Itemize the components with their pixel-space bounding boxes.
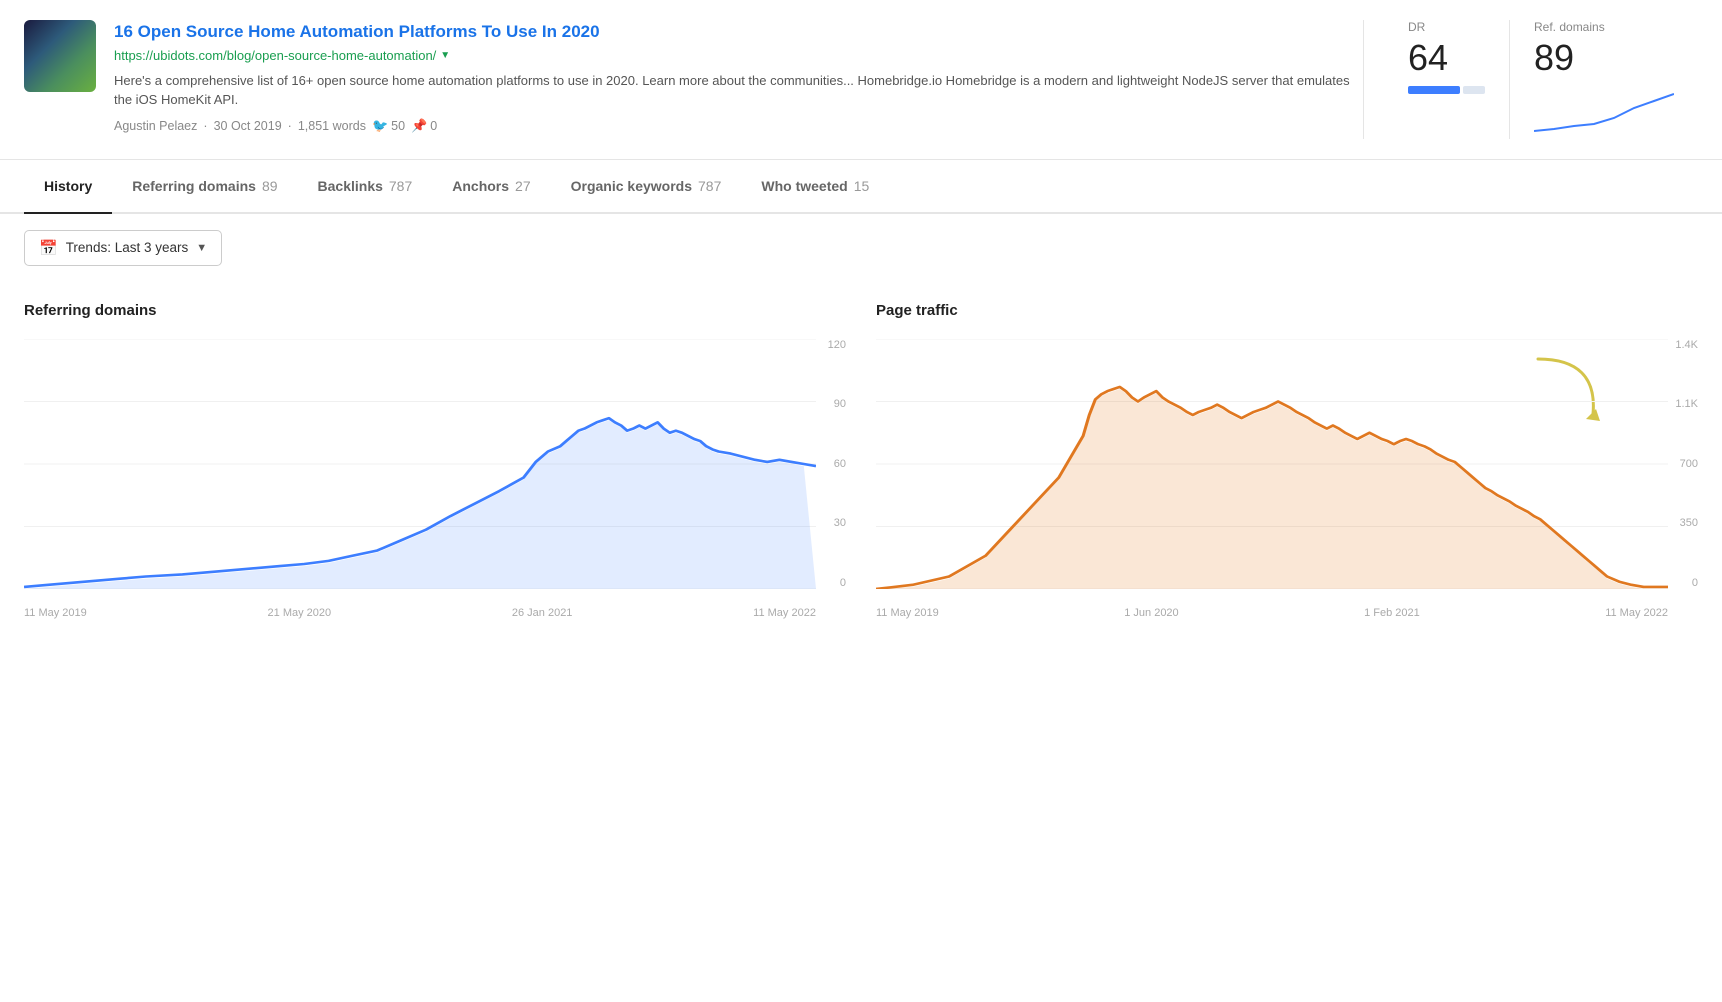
page-traffic-chart: Page traffic xyxy=(876,302,1698,619)
page-traffic-chart-area: 1.4K 1.1K 700 350 0 11 May 2019 1 Jun 20… xyxy=(876,339,1698,619)
filter-bar: 📅 Trends: Last 3 years ▼ xyxy=(0,214,1722,282)
article-words: 1,851 words xyxy=(298,119,366,133)
tab-organic-keywords[interactable]: Organic keywords 787 xyxy=(551,160,742,212)
pt-y-label-0: 0 xyxy=(1692,577,1698,589)
tab-backlinks[interactable]: Backlinks 787 xyxy=(298,160,433,212)
calendar-icon: 📅 xyxy=(39,239,58,257)
ref-domains-label: Ref. domains xyxy=(1534,20,1674,34)
y-label-60: 60 xyxy=(834,458,846,470)
y-label-90: 90 xyxy=(834,398,846,410)
page-traffic-x-axis: 11 May 2019 1 Jun 2020 1 Feb 2021 11 May… xyxy=(876,607,1668,619)
x-label-may2020: 21 May 2020 xyxy=(268,607,332,619)
dr-metric: DR 64 xyxy=(1384,20,1510,139)
article-description: Here's a comprehensive list of 16+ open … xyxy=(114,71,1363,110)
pinterest-count: 0 xyxy=(430,119,437,133)
author-link[interactable]: Agustin Pelaez xyxy=(114,119,197,133)
dr-value: 64 xyxy=(1408,38,1485,78)
referring-domains-y-axis: 120 90 60 30 0 xyxy=(828,339,846,589)
twitter-share: 🐦 50 xyxy=(372,118,405,134)
y-label-120: 120 xyxy=(828,339,846,351)
referring-domains-chart-area: 120 90 60 30 0 11 May 2019 21 May 2020 2… xyxy=(24,339,846,619)
pt-y-label-1.4k: 1.4K xyxy=(1675,339,1698,351)
tabs-bar: History Referring domains 89 Backlinks 7… xyxy=(0,160,1722,214)
pinterest-share: 📌 0 xyxy=(411,118,437,134)
ref-domains-metric: Ref. domains 89 xyxy=(1510,20,1698,139)
referring-domains-x-axis: 11 May 2019 21 May 2020 26 Jan 2021 11 M… xyxy=(24,607,816,619)
y-label-30: 30 xyxy=(834,517,846,529)
pt-x-label-may2019: 11 May 2019 xyxy=(876,607,939,619)
article-title[interactable]: 16 Open Source Home Automation Platforms… xyxy=(114,20,1363,44)
trend-filter-button[interactable]: 📅 Trends: Last 3 years ▼ xyxy=(24,230,222,266)
pinterest-icon: 📌 xyxy=(411,118,427,134)
x-label-may2019: 11 May 2019 xyxy=(24,607,87,619)
metrics-panel: DR 64 Ref. domains 89 xyxy=(1363,20,1698,139)
dr-bar-empty xyxy=(1463,86,1485,94)
url-dropdown-arrow[interactable]: ▼ xyxy=(440,50,450,61)
article-url[interactable]: https://ubidots.com/blog/open-source-hom… xyxy=(114,48,1363,63)
tab-history[interactable]: History xyxy=(24,160,112,214)
x-label-may2022: 11 May 2022 xyxy=(753,607,816,619)
twitter-icon: 🐦 xyxy=(372,118,388,134)
pt-x-label-may2022: 11 May 2022 xyxy=(1605,607,1668,619)
y-label-0: 0 xyxy=(840,577,846,589)
pt-x-label-jun2020: 1 Jun 2020 xyxy=(1124,607,1178,619)
dr-label: DR xyxy=(1408,20,1485,34)
x-label-jan2021: 26 Jan 2021 xyxy=(512,607,573,619)
referring-domains-chart: Referring domains 120 90 60 30 0 xyxy=(24,302,846,619)
dr-bar xyxy=(1408,86,1485,94)
pt-x-label-feb2021: 1 Feb 2021 xyxy=(1364,607,1420,619)
twitter-count: 50 xyxy=(391,119,405,133)
ref-domains-value: 89 xyxy=(1534,38,1674,78)
article-content: 16 Open Source Home Automation Platforms… xyxy=(114,20,1363,134)
article-thumbnail xyxy=(24,20,96,92)
tab-referring-domains[interactable]: Referring domains 89 xyxy=(112,160,297,212)
referring-domains-svg xyxy=(24,339,816,589)
trend-label: Trends: Last 3 years xyxy=(66,240,189,255)
pt-y-label-1.1k: 1.1K xyxy=(1675,398,1698,410)
tab-anchors[interactable]: Anchors 27 xyxy=(432,160,550,212)
pt-y-label-700: 700 xyxy=(1680,458,1698,470)
referring-domains-title: Referring domains xyxy=(24,302,846,319)
page-traffic-title: Page traffic xyxy=(876,302,1698,319)
page-traffic-y-axis: 1.4K 1.1K 700 350 0 xyxy=(1675,339,1698,589)
article-meta: Agustin Pelaez · 30 Oct 2019 · 1,851 wor… xyxy=(114,118,1363,134)
dropdown-arrow-icon: ▼ xyxy=(196,242,207,254)
ref-domains-mini-chart xyxy=(1534,86,1674,136)
tab-who-tweeted[interactable]: Who tweeted 15 xyxy=(741,160,889,212)
charts-section: Referring domains 120 90 60 30 0 xyxy=(0,282,1722,639)
pt-y-label-350: 350 xyxy=(1680,517,1698,529)
article-card: 16 Open Source Home Automation Platforms… xyxy=(0,0,1722,160)
dr-bar-filled xyxy=(1408,86,1460,94)
article-date: 30 Oct 2019 xyxy=(214,119,282,133)
page-traffic-svg xyxy=(876,339,1668,589)
